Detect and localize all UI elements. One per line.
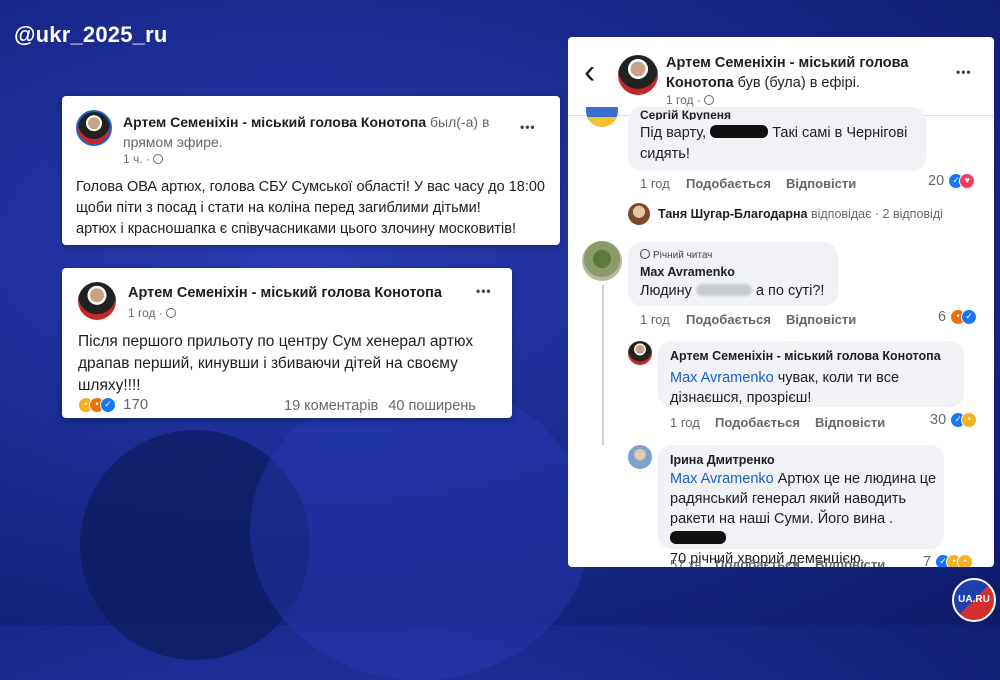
blurred-text [695, 284, 752, 296]
reply-button[interactable]: Відповісти [786, 176, 856, 191]
commenter-avatar[interactable] [628, 445, 652, 469]
comment-text: Людину [640, 283, 692, 299]
shares-count[interactable]: 40 поширень [388, 398, 476, 414]
commenter-avatar[interactable] [628, 341, 652, 365]
wow-reaction-icon: • [961, 412, 978, 429]
love-reaction-icon: ♥ [959, 173, 976, 190]
author-avatar[interactable] [76, 110, 112, 146]
reaction-count[interactable]: 30 [930, 412, 946, 428]
mention-link[interactable]: Max Avramenko [670, 471, 774, 487]
replies-link[interactable]: відповідає · 2 відповіді [811, 207, 943, 221]
post-text-line: шляху!!!! [78, 377, 141, 394]
watermark-handle: @ukr_2025_ru [14, 22, 168, 47]
redaction-mark [670, 531, 726, 544]
like-button[interactable]: Подобається [715, 557, 800, 567]
reactions-count[interactable]: 170 [123, 396, 148, 413]
comment-bubble: Артем Семеніхін - міський голова Конотоп… [658, 341, 964, 407]
commenter-name[interactable]: Сергій Крупеня [640, 110, 731, 120]
reply-button[interactable]: Відповісти [815, 557, 885, 567]
post-time[interactable]: 1 год · [666, 93, 701, 107]
comment-time[interactable]: 1 год [640, 312, 670, 327]
mention-link[interactable]: Max Avramenko [670, 370, 774, 386]
more-options-icon[interactable]: ••• [956, 65, 972, 79]
commenter-name[interactable]: Ірина Дмитренко [670, 453, 775, 467]
globe-icon [703, 95, 714, 105]
post-time[interactable]: 1 год · [128, 306, 163, 320]
wow-reaction-icon: • [957, 554, 974, 567]
author-name[interactable]: Артем Семеніхін - міський голова Конотоп… [123, 114, 426, 130]
thread-line [602, 285, 604, 445]
like-button[interactable]: Подобається [686, 312, 771, 327]
commenter-name[interactable]: Артем Семеніхін - міський голова Конотоп… [670, 349, 941, 363]
comment-bubble: Ірина Дмитренко Max Avramenko Артюх це н… [658, 445, 944, 567]
comment-text: дізнаєшся, прозрієш! [670, 390, 812, 406]
globe-icon [152, 154, 163, 164]
comment-text: радянський генерал який наводить [670, 491, 907, 507]
commenter-avatar[interactable] [582, 241, 622, 281]
reaction-count[interactable]: 20 [928, 173, 944, 189]
badge-icon [640, 249, 650, 259]
replier-name[interactable]: Таня Шугар-Благодарна [658, 207, 807, 221]
logo-text: UA.RU [958, 594, 990, 605]
comment-text: а по суті?! [755, 283, 825, 299]
comment-text: Артюх це не людина це [777, 471, 937, 487]
comment-time[interactable]: 1 год [640, 176, 670, 191]
comments-count[interactable]: 19 коментарів [284, 398, 378, 414]
replier-avatar[interactable] [628, 203, 650, 225]
top-fan-badge: Річний читач [653, 250, 713, 261]
post-text-line: артюх і красношапка є співучасниками цьо… [76, 221, 517, 237]
post-text-line: щоби піти з посад і стати на коліна пере… [76, 200, 481, 216]
comment-text: сидять! [640, 146, 690, 162]
reply-button[interactable]: Відповісти [786, 312, 856, 327]
more-options-icon[interactable]: ••• [476, 284, 492, 298]
post-text-line: Голова ОВА артюх, голова СБУ Сумської об… [76, 179, 545, 195]
comment-text: Такі самі в Чернігові [772, 125, 908, 141]
comment-time[interactable]: 1 год [670, 415, 700, 430]
comment-bubble: Сергій Крупеня Під варту, Такі самі в Че… [628, 107, 926, 171]
author-name[interactable]: Артем Семеніхін - міський голова [666, 53, 908, 73]
redaction-mark [710, 125, 769, 138]
comment-text: ракети на наші Суми. Його вина . [670, 511, 894, 527]
commenter-avatar[interactable] [586, 107, 618, 127]
author-avatar[interactable] [78, 282, 116, 320]
post-text-line: драпав перший, кинувши і збиваючи дітей … [78, 355, 458, 372]
live-post-panel: ‹ Артем Семеніхін - міський голова Конот… [568, 37, 994, 567]
back-icon[interactable]: ‹ [584, 55, 595, 89]
author-avatar[interactable] [618, 55, 658, 95]
post-text-line: Після першого прильоту по центру Сум хен… [78, 333, 474, 350]
author-name[interactable]: Артем Семеніхін - міський голова Конотоп… [128, 285, 442, 301]
reaction-count[interactable]: 7 [923, 554, 931, 567]
comment-bubble: Річний читач Max Avramenko Людину а по с… [628, 242, 838, 306]
author-name-cont[interactable]: Конотопа [666, 75, 734, 91]
like-reaction-icon: ✓ [961, 309, 978, 326]
like-reaction-icon: ✓ [100, 397, 116, 414]
reaction-count[interactable]: 6 [938, 309, 946, 325]
comment-time[interactable]: 57 хв [670, 557, 701, 567]
post-card-2: Артем Семеніхін - міський голова Конотоп… [62, 268, 512, 418]
like-button[interactable]: Подобається [715, 415, 800, 430]
post-card-1: Артем Семеніхін - міський голова Конотоп… [62, 96, 560, 245]
comment-text: чувак, коли ти все [777, 370, 900, 386]
uaru-logo: UA.RU [952, 578, 996, 622]
post-time[interactable]: 1 ч. · [123, 152, 150, 166]
live-status: був (була) в ефірі. [737, 75, 860, 91]
commenter-name[interactable]: Max Avramenko [640, 265, 735, 279]
globe-icon [165, 308, 176, 318]
comment-text: Під варту, [640, 125, 707, 141]
background-shape [250, 380, 590, 680]
more-options-icon[interactable]: ••• [520, 120, 536, 134]
reply-button[interactable]: Відповісти [815, 415, 885, 430]
like-button[interactable]: Подобається [686, 176, 771, 191]
